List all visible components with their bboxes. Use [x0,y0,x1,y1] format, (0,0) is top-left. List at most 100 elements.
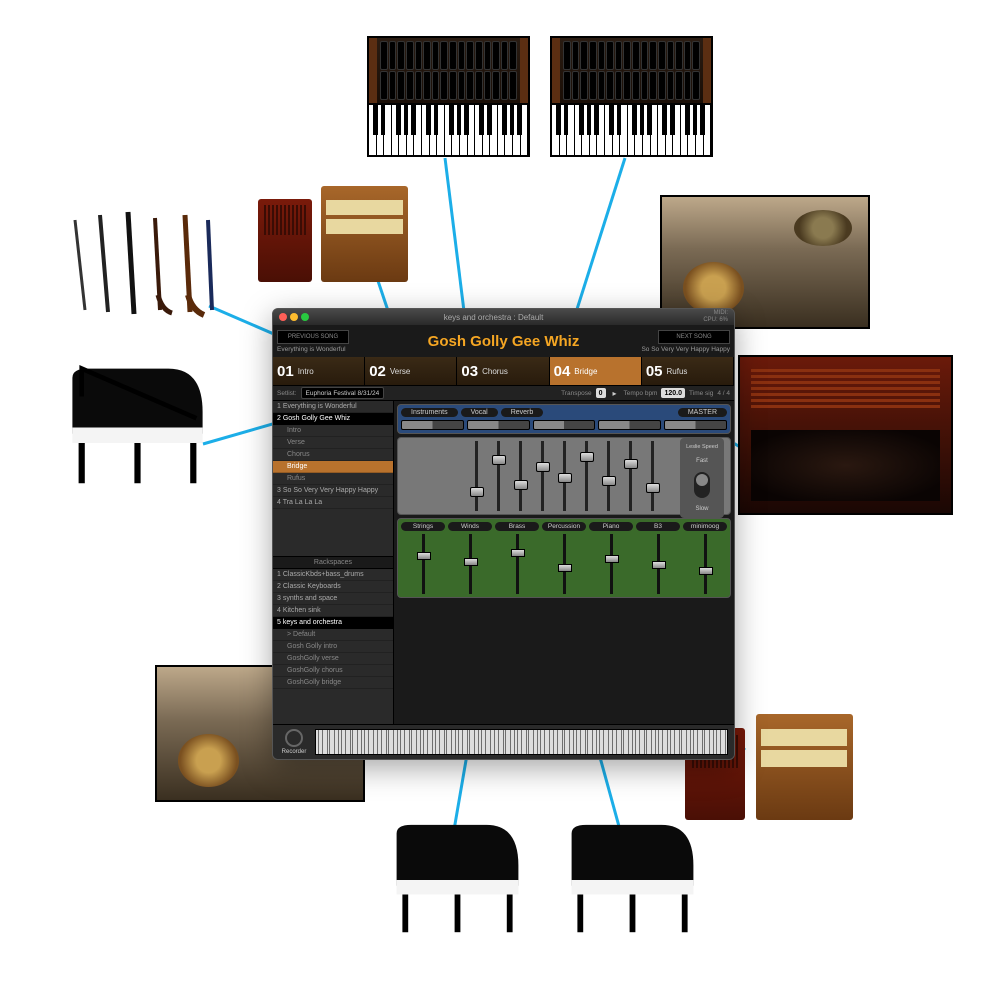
song-part-row[interactable]: Chorus [273,449,393,461]
rackspace-variation-row[interactable]: GoshGolly bridge [273,677,393,689]
channel-fader-piano[interactable] [589,534,633,594]
rackspace-variation-row[interactable]: GoshGolly chorus [273,665,393,677]
app-title: keys and orchestra : Default [313,313,674,322]
play-icon[interactable]: ▸ [610,389,620,398]
channel-fader-brass[interactable] [495,534,539,594]
rackspace-row[interactable]: 4 Kitchen sink [273,605,393,617]
level-meter [533,420,596,430]
level-meter [598,420,661,430]
timesig-value[interactable]: 4 / 4 [717,390,730,397]
surround-synth-2 [550,36,713,157]
channel-fader-strings[interactable] [401,534,445,594]
tab-instruments[interactable]: Instruments [401,408,458,417]
song-part-row[interactable]: Intro [273,425,393,437]
channel-fader-percussion[interactable] [542,534,586,594]
song-part-row[interactable]: Verse [273,437,393,449]
level-meter [401,420,464,430]
midi-keyboard[interactable] [315,729,728,755]
window-controls[interactable] [279,313,309,321]
song-part-row[interactable]: Rufus [273,473,393,485]
tempo-label: Tempo bpm [624,390,658,397]
song-row[interactable]: 3 So So Very Very Happy Happy [273,485,393,497]
footer-bar: Recorder [273,724,734,759]
tab-row: InstrumentsVocalReverb MASTER [401,408,727,417]
setlist-label: Setlist: [277,390,297,397]
prev-song-button[interactable]: PREVIOUS SONG [277,330,349,344]
channel-label: B3 [636,522,680,531]
song-row[interactable]: 2 Gosh Golly Gee Whiz [273,413,393,425]
tab-vocal[interactable]: Vocal [461,408,498,417]
leslie-control: Leslie Speed Fast Slow [680,438,724,518]
rackspaces-list[interactable]: 1 ClassicKbds+bass_drums2 Classic Keyboa… [273,569,393,724]
next-song-name: So So Very Very Happy Happy [640,346,730,353]
record-icon[interactable] [285,729,303,747]
channel-label: minimoog [683,522,727,531]
sidebar: 1 Everything is Wonderful2 Gosh Golly Ge… [273,401,394,724]
channel-fader-b3[interactable] [636,534,680,594]
channel-fader-winds[interactable] [448,534,492,594]
channel-label: Piano [589,522,633,531]
channel-label: Strings [401,522,445,531]
rackspace-variation-row[interactable]: GoshGolly verse [273,653,393,665]
title-bar: keys and orchestra : Default MIDI:CPU: 6… [273,309,734,325]
drawbar[interactable] [557,441,571,511]
surround-orchestra [738,355,953,515]
current-song-title: Gosh Golly Gee Whiz [371,333,636,350]
level-meter [664,420,727,430]
recorder-label: Recorder [282,749,307,755]
diagram-canvas: keys and orchestra : Default MIDI:CPU: 6… [0,0,1000,1000]
drawbar[interactable] [469,441,483,511]
surround-synth-1 [367,36,530,157]
tab-master[interactable]: MASTER [678,408,727,417]
tab-panel: InstrumentsVocalReverb MASTER [397,404,731,434]
level-meter [467,420,530,430]
leslie-fast-label: Fast [696,458,708,464]
drawbar[interactable] [623,441,637,511]
recorder[interactable]: Recorder [279,729,309,755]
timesig-label: Time sig [689,390,713,397]
rackspaces-header: Rackspaces [273,556,393,569]
setlist-select[interactable]: Euphoria Festival 8/31/24 [301,387,385,399]
rackspace-variation-row[interactable]: > Default [273,629,393,641]
song-parts-strip: 01Intro02Verse03Chorus04Bridge05Rufus [273,357,734,385]
drawbar-panel: Leslie Speed Fast Slow [397,437,731,515]
app-window: keys and orchestra : Default MIDI:CPU: 6… [272,308,735,760]
channel-label: Percussion [542,522,586,531]
rackspace-row[interactable]: 2 Classic Keyboards [273,581,393,593]
drawbar[interactable] [601,441,615,511]
part-rufus[interactable]: 05Rufus [642,357,734,385]
next-song-button[interactable]: NEXT SONG [658,330,730,344]
drawbar[interactable] [491,441,505,511]
part-verse[interactable]: 02Verse [365,357,457,385]
transpose-value[interactable]: 0 [596,388,606,398]
rackspace-row[interactable]: 5 keys and orchestra [273,617,393,629]
song-row[interactable]: 1 Everything is Wonderful [273,401,393,413]
surround-piano-2 [385,820,530,940]
song-part-row[interactable]: Bridge [273,461,393,473]
rackspace-row[interactable]: 3 synths and space [273,593,393,605]
leslie-slow-label: Slow [695,506,708,512]
drawbar[interactable] [513,441,527,511]
rackspace-variation-row[interactable]: Gosh Golly intro [273,641,393,653]
song-nav-bar: PREVIOUS SONG Everything is Wonderful Go… [273,325,734,357]
leslie-title: Leslie Speed [686,444,718,450]
drawbar[interactable] [535,441,549,511]
song-row[interactable]: 4 Tra La La La [273,497,393,509]
songs-list[interactable]: 1 Everything is Wonderful2 Gosh Golly Ge… [273,401,393,556]
surround-piano-3 [560,820,705,940]
tab-reverb[interactable]: Reverb [501,408,544,417]
channel-fader-minimoog[interactable] [683,534,727,594]
rackspace-row[interactable]: 1 ClassicKbds+bass_drums [273,569,393,581]
surround-woodwinds [60,200,220,320]
part-intro[interactable]: 01Intro [273,357,365,385]
drawbar[interactable] [645,441,659,511]
part-chorus[interactable]: 03Chorus [457,357,549,385]
transport-bar: Setlist: Euphoria Festival 8/31/24 Trans… [273,385,734,401]
leslie-switch[interactable] [694,472,710,498]
surround-organ-1 [258,178,408,282]
tempo-value[interactable]: 120.0 [661,388,685,398]
drawbar[interactable] [579,441,593,511]
part-bridge[interactable]: 04Bridge [550,357,642,385]
channel-label: Brass [495,522,539,531]
mixer-panel: StringsWindsBrassPercussionPianoB3minimo… [397,518,731,598]
